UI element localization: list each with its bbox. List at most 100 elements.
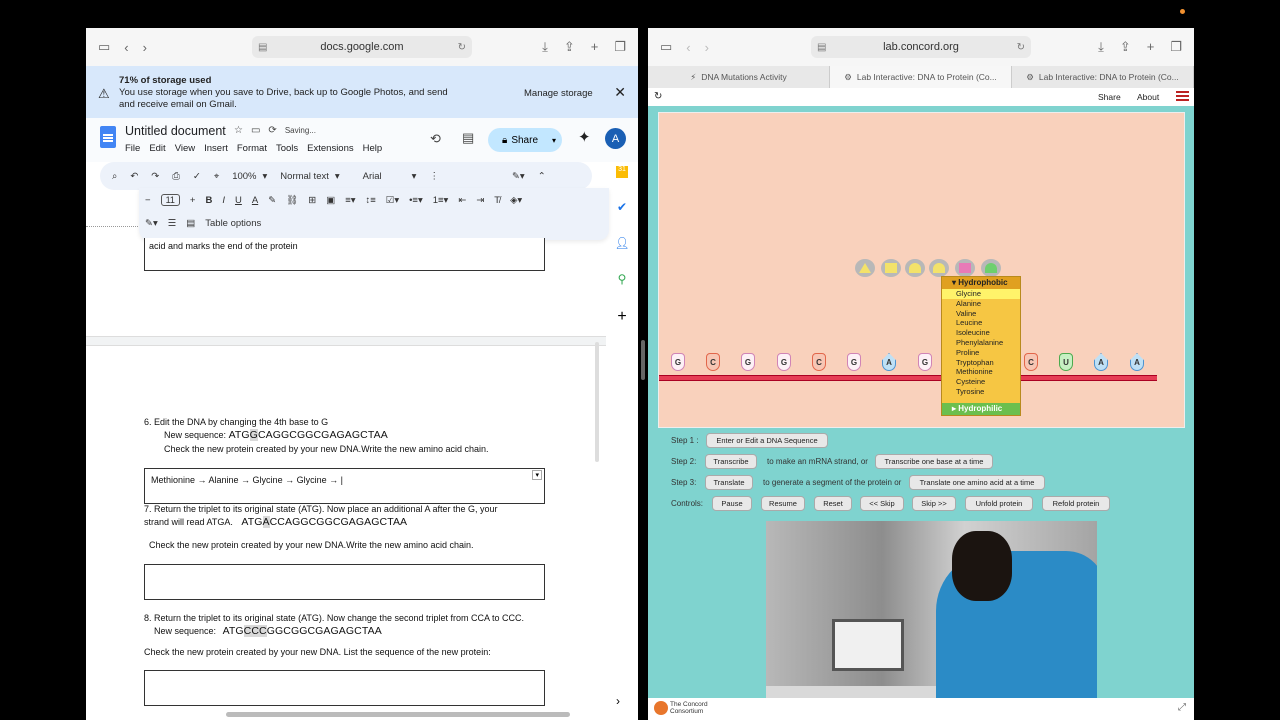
dna-base[interactable]: U xyxy=(1059,353,1073,371)
undo-icon[interactable]: ↶ xyxy=(130,171,138,182)
border-color-icon[interactable]: ✎▾ xyxy=(145,218,158,229)
menu-item-phenylalanine[interactable]: Phenylalanine xyxy=(942,338,1020,348)
menu-format[interactable]: Format xyxy=(237,143,267,154)
link-icon[interactable]: ⛓ xyxy=(286,195,298,206)
numbered-list-icon[interactable]: 1≡▾ xyxy=(433,195,449,206)
amino-acid[interactable] xyxy=(881,259,901,277)
dna-base[interactable]: G xyxy=(741,353,755,371)
fill-color-icon[interactable]: ◈▾ xyxy=(510,195,522,206)
translate-one-aa-button[interactable]: Translate one amino acid at a time xyxy=(909,475,1045,490)
menu-insert[interactable]: Insert xyxy=(204,143,228,154)
answer-box-q8[interactable] xyxy=(144,670,545,706)
menu-item-methionine[interactable]: Methionine xyxy=(942,367,1020,377)
close-icon[interactable]: ✕ xyxy=(614,84,626,101)
answer-box-q6[interactable]: Methionine → Alanine → Glycine → Glycine… xyxy=(144,468,545,504)
dna-base[interactable]: A xyxy=(1130,353,1144,371)
sidebar-toggle-icon[interactable]: ▭ xyxy=(660,39,672,55)
back-icon[interactable]: ‹ xyxy=(686,40,690,55)
download-icon[interactable]: ⤓ xyxy=(1098,39,1104,55)
amino-acid[interactable] xyxy=(855,259,875,277)
menu-tools[interactable]: Tools xyxy=(276,143,298,154)
skip-forward-button[interactable]: Skip >> xyxy=(912,496,956,511)
skip-back-button[interactable]: << Skip xyxy=(860,496,904,511)
dna-base[interactable]: C xyxy=(706,353,720,371)
flag-icon[interactable] xyxy=(1176,91,1189,101)
search-icon[interactable]: ⌕ xyxy=(112,171,117,182)
paint-format-icon[interactable]: ⌖ xyxy=(214,171,219,182)
new-tab-icon[interactable]: + xyxy=(591,39,599,55)
text-color-icon[interactable]: A xyxy=(252,195,258,206)
bulleted-list-icon[interactable]: •≡▾ xyxy=(409,195,423,206)
menu-item-tyrosine[interactable]: Tyrosine xyxy=(942,387,1020,397)
tab-dna-mutations[interactable]: ⚡︎ DNA Mutations Activity xyxy=(648,66,830,88)
maps-icon[interactable]: ⚲ xyxy=(618,272,627,286)
amino-acid[interactable] xyxy=(905,259,925,277)
hydrophobic-header[interactable]: ▾ Hydrophobic xyxy=(942,277,1020,289)
docs-logo-icon[interactable] xyxy=(100,126,116,148)
menu-item-cysteine[interactable]: Cysteine xyxy=(942,377,1020,387)
document-title[interactable]: Untitled document xyxy=(125,124,226,138)
tab-lab-interactive-1[interactable]: ⚙ Lab Interactive: DNA to Protein (Co... xyxy=(830,66,1012,88)
share-icon[interactable]: ⇪ xyxy=(1120,39,1131,55)
chevron-down-icon[interactable]: ▾ xyxy=(552,136,556,145)
reload-icon[interactable]: ↻ xyxy=(654,91,662,102)
dna-base[interactable]: G xyxy=(777,353,791,371)
amino-acid[interactable] xyxy=(955,259,975,277)
reset-button[interactable]: Reset xyxy=(814,496,852,511)
star-icon[interactable]: ☆ xyxy=(234,125,243,136)
unfold-protein-button[interactable]: Unfold protein xyxy=(965,496,1033,511)
expand-panel-icon[interactable]: › xyxy=(616,694,620,708)
style-select[interactable]: Normal text ▾ xyxy=(280,171,339,182)
border-dash-icon[interactable]: ▤ xyxy=(186,218,195,229)
horizontal-scrollbar[interactable] xyxy=(226,712,570,717)
gemini-icon[interactable]: ✦ xyxy=(578,128,591,146)
checklist-icon[interactable]: ☑▾ xyxy=(386,195,399,206)
align-icon[interactable]: ≡▾ xyxy=(345,195,355,206)
amino-acid[interactable] xyxy=(981,259,1001,277)
answer-box-q7[interactable] xyxy=(144,564,545,600)
font-size-field[interactable]: 11 xyxy=(160,194,180,206)
redo-icon[interactable]: ↷ xyxy=(151,171,159,182)
decrease-font-icon[interactable]: − xyxy=(145,195,151,206)
font-select[interactable]: Arial ▾ xyxy=(363,171,417,182)
menu-view[interactable]: View xyxy=(175,143,195,154)
answer-box-prev[interactable]: acid and marks the end of the protein xyxy=(144,238,545,271)
hydrophilic-header[interactable]: ▸ Hydrophilic xyxy=(942,403,1020,415)
transcribe-button[interactable]: Transcribe xyxy=(705,454,757,469)
split-view-handle[interactable] xyxy=(641,340,645,380)
spellcheck-icon[interactable]: ✓ xyxy=(193,171,201,182)
dna-base[interactable]: A xyxy=(882,353,896,371)
translate-button[interactable]: Translate xyxy=(705,475,753,490)
table-options-button[interactable]: Table options xyxy=(205,218,261,229)
tasks-icon[interactable]: ✔ xyxy=(617,200,627,214)
menu-edit[interactable]: Edit xyxy=(149,143,165,154)
collapse-icon[interactable]: ⌃ xyxy=(538,171,546,182)
menu-file[interactable]: File xyxy=(125,143,140,154)
menu-item-proline[interactable]: Proline xyxy=(942,348,1020,358)
dna-base[interactable]: G xyxy=(671,353,685,371)
edit-dna-button[interactable]: Enter or Edit a DNA Sequence xyxy=(706,433,828,448)
increase-font-icon[interactable]: + xyxy=(190,195,196,206)
refold-protein-button[interactable]: Refold protein xyxy=(1042,496,1110,511)
vertical-scrollbar[interactable] xyxy=(595,342,599,462)
zoom-select[interactable]: 100% ▾ xyxy=(232,171,267,182)
menu-item-tryptophan[interactable]: Tryptophan xyxy=(942,358,1020,368)
menu-help[interactable]: Help xyxy=(363,143,383,154)
line-spacing-icon[interactable]: ↕≡ xyxy=(366,195,376,206)
dna-base[interactable]: G xyxy=(847,353,861,371)
menu-extensions[interactable]: Extensions xyxy=(307,143,353,154)
more-icon[interactable]: ⋮ xyxy=(429,171,439,182)
dna-base[interactable]: C xyxy=(1024,353,1038,371)
about-link[interactable]: About xyxy=(1137,92,1159,102)
dropdown-icon[interactable]: ▾ xyxy=(532,470,542,480)
add-comment-icon[interactable]: ⊞ xyxy=(308,195,316,206)
reload-icon[interactable]: ↻ xyxy=(1017,42,1025,53)
menu-item-glycine[interactable]: Glycine xyxy=(942,289,1020,299)
tabs-overview-icon[interactable]: ❐ xyxy=(1170,39,1182,55)
amino-acid[interactable] xyxy=(929,259,949,277)
reload-icon[interactable]: ↻ xyxy=(458,42,466,53)
share-link[interactable]: Share xyxy=(1098,92,1121,102)
dna-protein-canvas[interactable]: G C G G C G A G C U A A ▾ Hydrophobic Gl… xyxy=(658,112,1185,428)
menu-item-isoleucine[interactable]: Isoleucine xyxy=(942,328,1020,338)
print-icon[interactable]: ⎙ xyxy=(172,171,180,182)
